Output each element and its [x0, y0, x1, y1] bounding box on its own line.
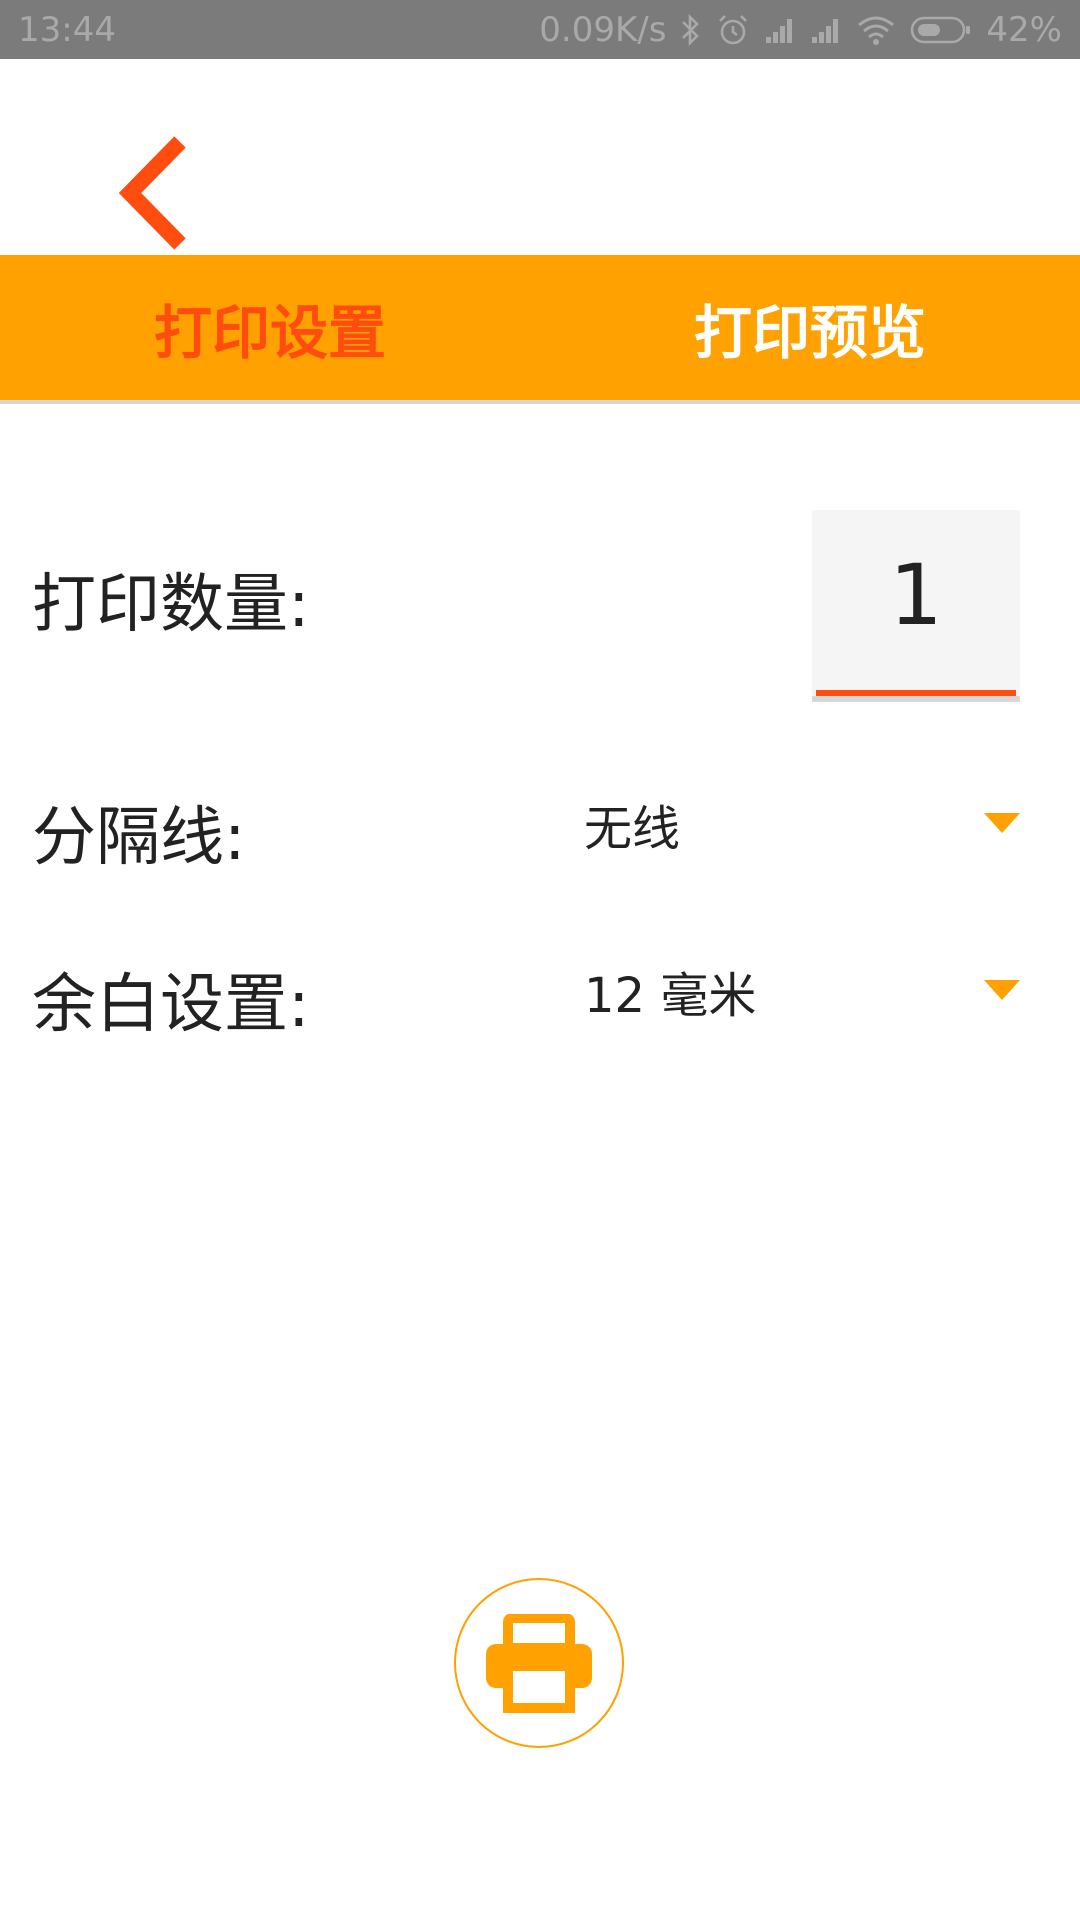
- status-time: 13:44: [18, 10, 116, 50]
- separator-label: 分隔线:: [32, 801, 246, 875]
- status-bar: 13:44 0.09K/s 42%: [0, 0, 1080, 59]
- alarm-icon: [716, 13, 750, 47]
- battery-icon: [910, 14, 972, 46]
- quantity-input[interactable]: [812, 540, 1020, 650]
- print-button[interactable]: [454, 1578, 624, 1748]
- signal-icon: [810, 15, 842, 45]
- wifi-icon: [856, 14, 896, 46]
- separator-select[interactable]: 无线: [584, 775, 1024, 865]
- margin-value: 12 毫米: [584, 968, 757, 1024]
- battery-level: 42%: [986, 10, 1062, 50]
- signal-icon: [764, 15, 796, 45]
- quantity-field: [812, 510, 1020, 702]
- back-button[interactable]: [100, 128, 210, 258]
- quantity-label: 打印数量:: [32, 568, 310, 642]
- margin-label: 余白设置:: [32, 968, 310, 1042]
- separator-value: 无线: [584, 801, 681, 857]
- tab-print-settings[interactable]: 打印设置: [0, 255, 540, 400]
- quantity-shadow: [812, 696, 1020, 702]
- tab-bar: 打印设置 打印预览: [0, 255, 1080, 404]
- dropdown-arrow-icon: [984, 813, 1020, 833]
- margin-select[interactable]: 12 毫米: [584, 942, 1024, 1032]
- chevron-left-icon: [118, 136, 186, 250]
- bluetooth-icon: [680, 13, 702, 47]
- network-speed: 0.09K/s: [539, 10, 667, 50]
- printer-icon: [486, 1614, 592, 1713]
- tab-print-preview[interactable]: 打印预览: [540, 255, 1080, 400]
- dropdown-arrow-icon: [984, 980, 1020, 1000]
- status-icons: 0.09K/s 42%: [539, 6, 1062, 54]
